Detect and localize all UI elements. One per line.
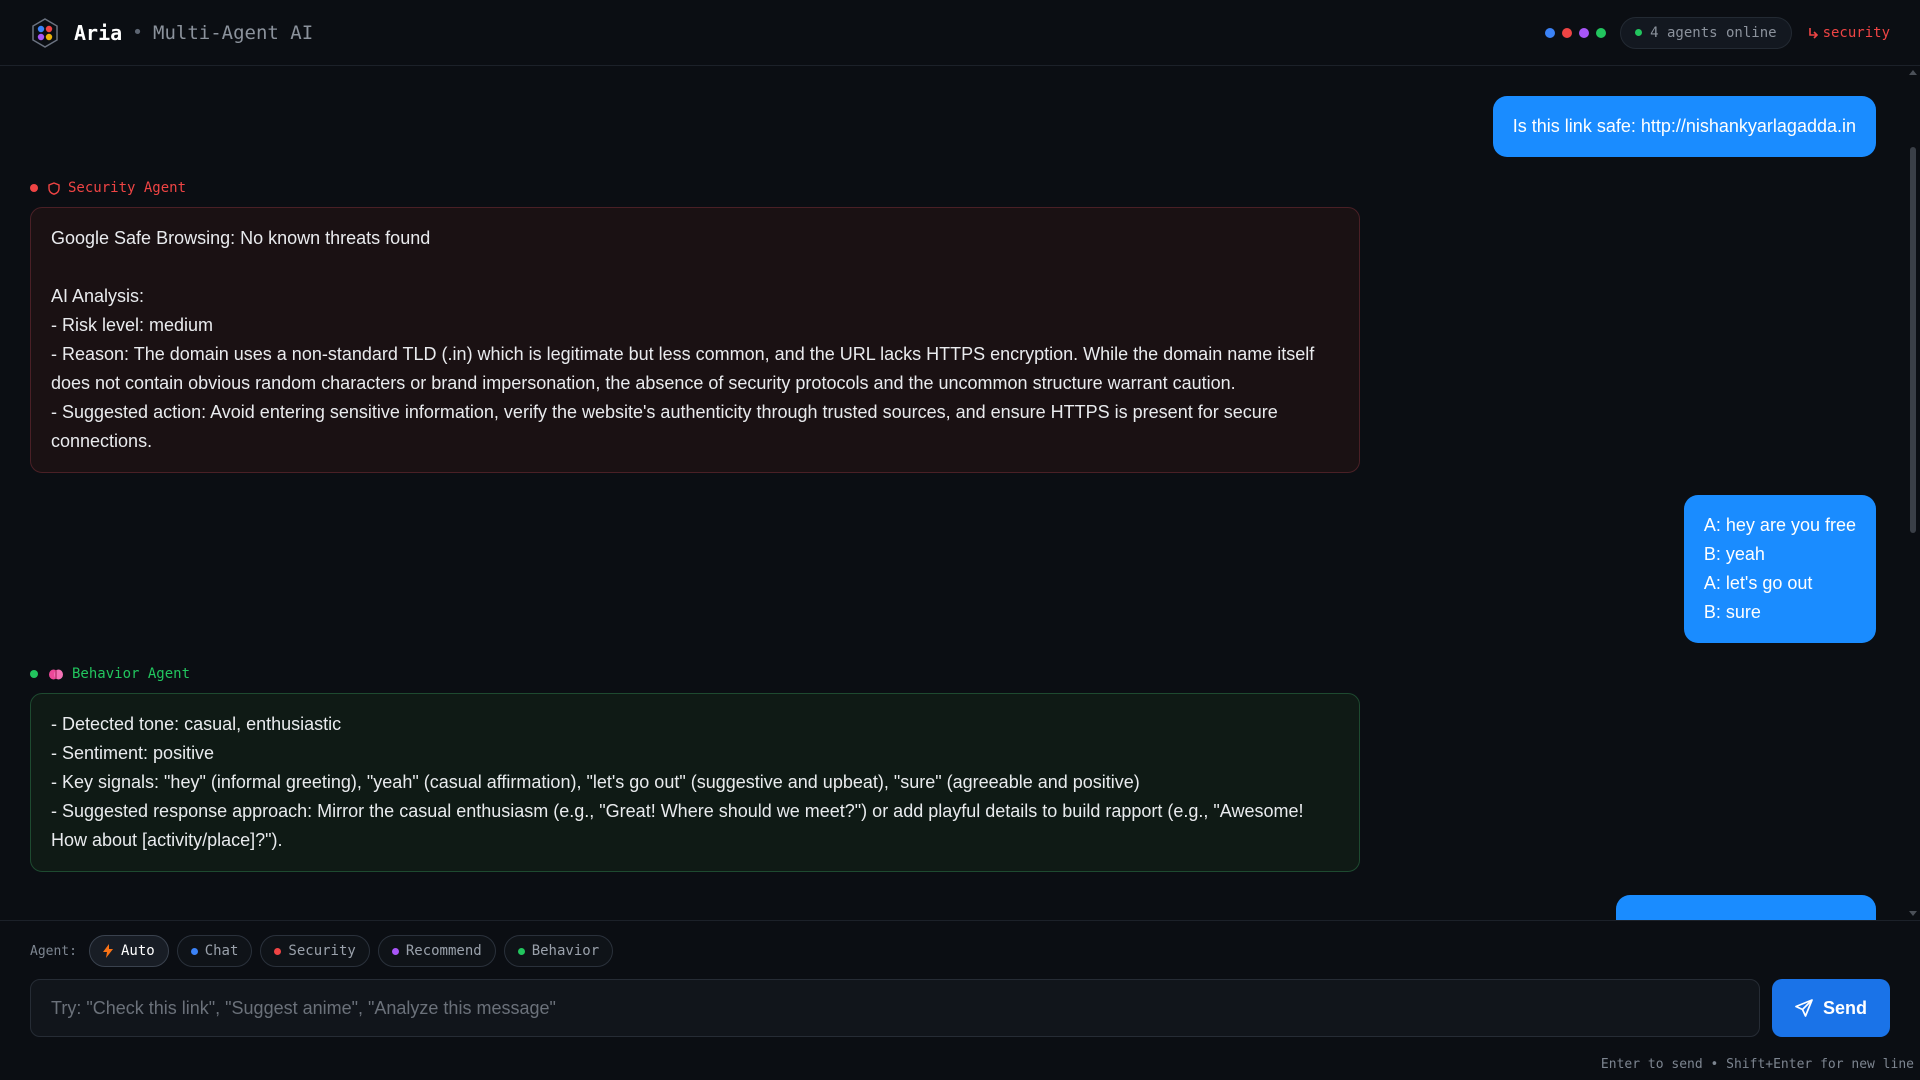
agent-chip-chat[interactable]: Chat [176, 935, 253, 967]
behavior-agent-label: Behavior Agent [30, 666, 190, 682]
recommend-dot [391, 947, 399, 955]
agent-chip-label: Security [288, 943, 356, 959]
route-text: security [1822, 24, 1890, 41]
behavior-agent-name: Behavior Agent [72, 666, 191, 682]
shield-icon [48, 181, 60, 195]
status-dot-recommend [1579, 27, 1590, 38]
agents-online-text: 4 agents online [1650, 24, 1777, 41]
security-agent-dot [30, 184, 38, 192]
chat-scrollbar[interactable] [1910, 147, 1916, 533]
app-subtitle: Multi-Agent AI [153, 21, 314, 44]
scroll-up-arrow[interactable] [1909, 70, 1917, 75]
paper-plane-icon [1795, 999, 1813, 1017]
app-name: Aria [74, 20, 123, 45]
brain-icon [49, 669, 63, 679]
user-message: A: hey are you free B: yeah A: let's go … [1683, 495, 1876, 643]
app-header: Aria • Multi-Agent AI 4 agents online se… [0, 0, 1920, 66]
security-agent-name: Security Agent [68, 180, 187, 196]
agent-chip-security[interactable]: Security [260, 935, 370, 967]
agent-chip-auto[interactable]: Auto [88, 935, 169, 967]
security-agent-message: Google Safe Browsing: No known threats f… [30, 207, 1360, 473]
send-button-label: Send [1822, 997, 1867, 1018]
header-status: 4 agents online security [1538, 16, 1890, 49]
chat-dot [190, 947, 198, 955]
agents-online-badge: 4 agents online [1620, 16, 1792, 49]
status-dot-behavior [1596, 27, 1607, 38]
hexagon-logo-icon [32, 17, 58, 48]
agent-selector-label: Agent: [30, 943, 77, 959]
agent-chip-recommend[interactable]: Recommend [377, 935, 496, 967]
title-separator: • [132, 22, 144, 43]
lightning-icon [102, 944, 113, 958]
user-message: Is this link safe: http://nishankyarlaga… [1492, 96, 1876, 157]
agent-chip-label: Auto [120, 943, 155, 959]
agent-selector: Agent: Auto Chat Security Recommend Beha… [30, 935, 621, 967]
message-composer: Agent: Auto Chat Security Recommend Beha… [0, 920, 1920, 1080]
scroll-down-arrow[interactable] [1909, 911, 1917, 916]
agent-chip-behavior[interactable]: Behavior [503, 935, 614, 967]
agent-chip-label: Recommend [405, 943, 482, 959]
route-tag: security [1808, 25, 1890, 41]
corner-down-right-icon [1808, 27, 1818, 39]
behavior-dot [517, 947, 525, 955]
status-dot-security [1562, 27, 1573, 38]
keyboard-hint: Enter to send • Shift+Enter for new line [1600, 1057, 1914, 1072]
behavior-agent-dot [30, 670, 38, 678]
behavior-agent-message: - Detected tone: casual, enthusiastic - … [30, 693, 1360, 872]
chat-thread[interactable]: Is this link safe: http://nishankyarlaga… [0, 67, 1920, 920]
status-dot-chat [1545, 27, 1556, 38]
agent-chip-label: Behavior [531, 943, 600, 959]
user-message-partial [1616, 895, 1876, 920]
security-agent-label: Security Agent [30, 180, 186, 196]
online-indicator-icon [1635, 29, 1643, 36]
agent-chip-label: Chat [204, 943, 239, 959]
send-button[interactable]: Send [1772, 979, 1890, 1037]
message-input[interactable] [30, 979, 1760, 1037]
security-dot [274, 947, 282, 955]
